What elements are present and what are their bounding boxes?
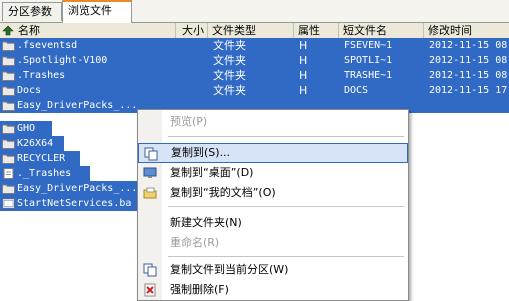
menu-item-rename[interactable]: 重命名(R) [138, 233, 408, 253]
file-modified: 2012-11-15 17 [429, 85, 508, 96]
file-name-text: .Spotlight-V100 [17, 55, 108, 66]
menu-item-label: 预览(P) [170, 115, 208, 128]
menu-item-preview[interactable]: 预览(P) [138, 112, 408, 132]
file-row[interactable]: Docs 文件夹 H DOCS 2012-11-15 17 [0, 83, 509, 98]
folder-icon [2, 56, 15, 66]
copy-icon [144, 147, 158, 161]
file-name-text: RECYCLER [17, 153, 66, 164]
menu-item-copy-to-current-partition[interactable]: 复制文件到当前分区(W) [138, 260, 408, 280]
context-menu: 预览(P) 复制到(S)... 复制到“桌面”(D) 复制到“我的文档”(O) … [137, 109, 409, 301]
file-attr: H [299, 54, 308, 67]
file-short-name: DOCS [344, 85, 369, 96]
column-header-name[interactable]: 名称 [0, 23, 176, 38]
file-attr: H [299, 69, 308, 82]
menu-item-new-folder[interactable]: 新建文件夹(N) [138, 213, 408, 233]
file-modified: 2012-11-15 08 [429, 40, 508, 51]
tab-partition-params[interactable]: 分区参数 [2, 2, 62, 21]
menu-item-label: 复制到“桌面”(D) [170, 166, 254, 179]
menu-separator [168, 136, 404, 137]
file-name: K26X64 [0, 136, 64, 151]
file-name: Easy_DriverPacks_... [0, 98, 140, 113]
tab-browse-files[interactable]: 浏览文件 [62, 0, 132, 23]
menu-item-label: 复制到“我的文档”(O) [170, 186, 276, 199]
folder-icon [2, 139, 15, 149]
desktop-icon [143, 167, 157, 178]
file-type: 文件夹 [213, 84, 246, 97]
file-row[interactable]: .Trashes 文件夹 H TRASHE~1 2012-11-15 08 [0, 68, 509, 83]
file-name-text: Easy_DriverPacks_... [17, 100, 138, 111]
file-attr: H [299, 39, 308, 52]
file-modified: 2012-11-15 08 [429, 55, 508, 66]
file-modified: 2012-11-15 08 [429, 70, 508, 81]
file-name: Docs [0, 83, 140, 98]
menu-item-copy-to[interactable]: 复制到(S)... [138, 143, 408, 163]
file-name-text: GHO [17, 123, 36, 134]
menu-item-force-delete[interactable]: 强制删除(F) [138, 280, 408, 300]
file-name: .fseventsd [0, 38, 140, 53]
menu-item-label: 复制文件到当前分区(W) [170, 263, 289, 276]
column-header-size[interactable]: 大小 [176, 23, 208, 38]
file-attr: H [299, 84, 308, 97]
delete-icon [144, 283, 156, 297]
menu-item-copy-to-my-documents[interactable]: 复制到“我的文档”(O) [138, 183, 408, 203]
folder-icon [2, 71, 15, 81]
batch-file-icon [2, 198, 15, 209]
file-name-text: .Trashes [17, 70, 66, 81]
file-row[interactable]: .Spotlight-V100 文件夹 H SPOTLI~1 2012-11-1… [0, 53, 509, 68]
folder-icon [2, 184, 15, 194]
folder-icon [2, 86, 15, 96]
documents-icon [143, 187, 157, 199]
menu-item-label: 新建文件夹(N) [170, 216, 242, 229]
column-header-modified[interactable]: 修改时间 [424, 23, 509, 38]
folder-icon [2, 101, 15, 111]
file-type: 文件夹 [213, 69, 246, 82]
menu-item-copy-to-desktop[interactable]: 复制到“桌面”(D) [138, 163, 408, 183]
menu-separator [168, 256, 404, 257]
file-name: RECYCLER [0, 151, 80, 166]
file-name: Easy_DriverPacks_... [0, 181, 138, 196]
copy-icon [143, 263, 157, 277]
file-name: StartNetServices.ba [0, 196, 138, 211]
folder-icon [2, 41, 15, 51]
file-name-text: .fseventsd [17, 40, 78, 51]
file-name-text: StartNetServices.ba [17, 198, 132, 209]
file-icon [3, 168, 14, 179]
menu-item-label: 强制删除(F) [170, 283, 229, 296]
folder-icon [2, 154, 15, 164]
file-type: 文件夹 [213, 54, 246, 67]
menu-item-label: 复制到(S)... [171, 146, 231, 159]
file-name: .Trashes [0, 68, 140, 83]
menu-separator [168, 206, 404, 207]
up-arrow-icon [2, 25, 14, 36]
column-header-short-name[interactable]: 短文件名 [339, 23, 424, 38]
column-header-name-label: 名称 [18, 24, 40, 37]
file-name-text: Docs [17, 85, 42, 96]
file-short-name: SPOTLI~1 [344, 55, 393, 66]
menu-item-label: 重命名(R) [170, 236, 220, 249]
column-header-attr[interactable]: 属性 [294, 23, 339, 38]
file-row[interactable]: .fseventsd 文件夹 H FSEVEN~1 2012-11-15 08 [0, 38, 509, 53]
file-name: ._Trashes [0, 166, 90, 181]
file-short-name: FSEVEN~1 [344, 40, 393, 51]
file-name: .Spotlight-V100 [0, 53, 140, 68]
file-name-text: Easy_DriverPacks_... [17, 183, 138, 194]
file-name-text: ._Trashes [17, 168, 72, 179]
file-name-text: K26X64 [17, 138, 54, 149]
file-type: 文件夹 [213, 39, 246, 52]
column-header-row: 名称 大小 文件类型 属性 短文件名 修改时间 [0, 23, 509, 39]
tab-bar: 分区参数 浏览文件 [0, 0, 509, 23]
column-header-type[interactable]: 文件类型 [208, 23, 294, 38]
file-short-name: TRASHE~1 [344, 70, 393, 81]
folder-icon [2, 124, 15, 134]
file-name: GHO [0, 121, 52, 136]
